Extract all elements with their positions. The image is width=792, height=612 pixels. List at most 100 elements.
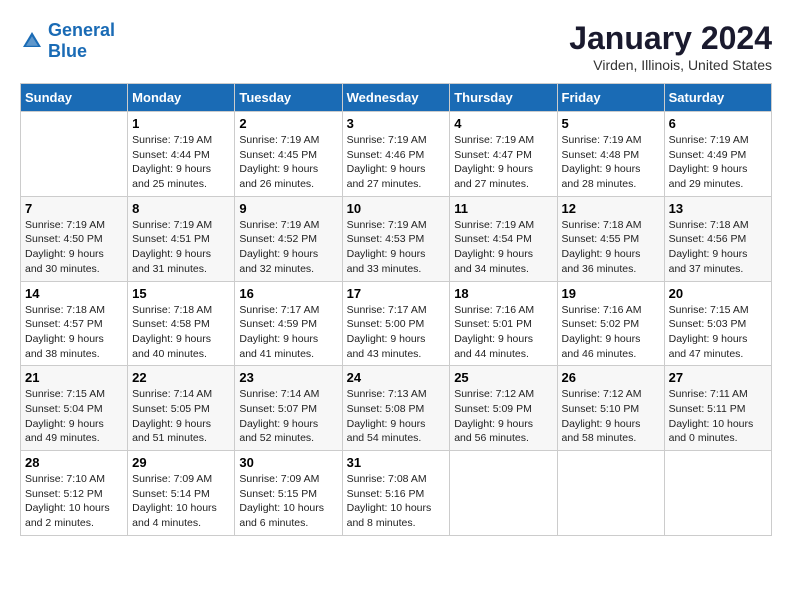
calendar-cell: 3 Sunrise: 7:19 AMSunset: 4:46 PMDaylight… (342, 112, 450, 197)
day-info: Sunrise: 7:09 AMSunset: 5:15 PMDaylight:… (239, 472, 337, 531)
calendar-cell: 26 Sunrise: 7:12 AMSunset: 5:10 PMDayligh… (557, 366, 664, 451)
day-info: Sunrise: 7:19 AMSunset: 4:48 PMDaylight:… (562, 133, 660, 192)
day-info: Sunrise: 7:10 AMSunset: 5:12 PMDaylight:… (25, 472, 123, 531)
day-info: Sunrise: 7:19 AMSunset: 4:50 PMDaylight:… (25, 218, 123, 277)
day-number: 7 (25, 201, 123, 216)
day-number: 5 (562, 116, 660, 131)
day-number: 25 (454, 370, 552, 385)
calendar-week-row: 21 Sunrise: 7:15 AMSunset: 5:04 PMDayligh… (21, 366, 772, 451)
day-info: Sunrise: 7:18 AMSunset: 4:57 PMDaylight:… (25, 303, 123, 362)
calendar-cell: 6 Sunrise: 7:19 AMSunset: 4:49 PMDaylight… (664, 112, 771, 197)
calendar-day-header: Friday (557, 84, 664, 112)
calendar-week-row: 28 Sunrise: 7:10 AMSunset: 5:12 PMDayligh… (21, 451, 772, 536)
calendar-day-header: Monday (128, 84, 235, 112)
day-info: Sunrise: 7:19 AMSunset: 4:52 PMDaylight:… (239, 218, 337, 277)
day-number: 10 (347, 201, 446, 216)
day-info: Sunrise: 7:11 AMSunset: 5:11 PMDaylight:… (669, 387, 767, 446)
day-info: Sunrise: 7:19 AMSunset: 4:49 PMDaylight:… (669, 133, 767, 192)
calendar-day-header: Tuesday (235, 84, 342, 112)
calendar-cell (450, 451, 557, 536)
day-number: 15 (132, 286, 230, 301)
calendar-cell: 28 Sunrise: 7:10 AMSunset: 5:12 PMDayligh… (21, 451, 128, 536)
day-number: 24 (347, 370, 446, 385)
calendar-cell: 2Sunrise: 7:19 AMSunset: 4:45 PMDaylight… (235, 112, 342, 197)
calendar-cell: 19Sunrise: 7:16 AMSunset: 5:02 PMDayligh… (557, 281, 664, 366)
day-number: 21 (25, 370, 123, 385)
day-info: Sunrise: 7:14 AMSunset: 5:07 PMDaylight:… (239, 387, 337, 446)
calendar-day-header: Wednesday (342, 84, 450, 112)
day-info: Sunrise: 7:08 AMSunset: 5:16 PMDaylight:… (347, 472, 446, 531)
calendar-day-header: Thursday (450, 84, 557, 112)
day-number: 4 (454, 116, 552, 131)
day-number: 2 (239, 116, 337, 131)
calendar-day-header: Sunday (21, 84, 128, 112)
day-number: 28 (25, 455, 123, 470)
calendar-day-header: Saturday (664, 84, 771, 112)
day-info: Sunrise: 7:15 AMSunset: 5:04 PMDaylight:… (25, 387, 123, 446)
day-info: Sunrise: 7:15 AMSunset: 5:03 PMDaylight:… (669, 303, 767, 362)
calendar-cell: 23Sunrise: 7:14 AMSunset: 5:07 PMDayligh… (235, 366, 342, 451)
calendar-cell: 24 Sunrise: 7:13 AMSunset: 5:08 PMDayligh… (342, 366, 450, 451)
day-info: Sunrise: 7:14 AMSunset: 5:05 PMDaylight:… (132, 387, 230, 446)
calendar-cell (21, 112, 128, 197)
calendar-cell: 4 Sunrise: 7:19 AMSunset: 4:47 PMDaylight… (450, 112, 557, 197)
calendar-cell: 22 Sunrise: 7:14 AMSunset: 5:05 PMDayligh… (128, 366, 235, 451)
calendar-cell: 10 Sunrise: 7:19 AMSunset: 4:53 PMDayligh… (342, 196, 450, 281)
day-number: 18 (454, 286, 552, 301)
day-info: Sunrise: 7:18 AMSunset: 4:58 PMDaylight:… (132, 303, 230, 362)
day-number: 8 (132, 201, 230, 216)
calendar-cell: 11Sunrise: 7:19 AMSunset: 4:54 PMDayligh… (450, 196, 557, 281)
day-number: 17 (347, 286, 446, 301)
calendar-cell (557, 451, 664, 536)
day-number: 30 (239, 455, 337, 470)
calendar-week-row: 1 Sunrise: 7:19 AMSunset: 4:44 PMDaylight… (21, 112, 772, 197)
calendar-cell: 5 Sunrise: 7:19 AMSunset: 4:48 PMDaylight… (557, 112, 664, 197)
calendar-cell: 8 Sunrise: 7:19 AMSunset: 4:51 PMDaylight… (128, 196, 235, 281)
day-info: Sunrise: 7:16 AMSunset: 5:01 PMDaylight:… (454, 303, 552, 362)
calendar-cell: 30 Sunrise: 7:09 AMSunset: 5:15 PMDayligh… (235, 451, 342, 536)
day-info: Sunrise: 7:18 AMSunset: 4:55 PMDaylight:… (562, 218, 660, 277)
day-number: 26 (562, 370, 660, 385)
day-info: Sunrise: 7:12 AMSunset: 5:09 PMDaylight:… (454, 387, 552, 446)
logo-text: General Blue (48, 20, 115, 62)
day-number: 16 (239, 286, 337, 301)
calendar-cell: 18 Sunrise: 7:16 AMSunset: 5:01 PMDayligh… (450, 281, 557, 366)
day-number: 3 (347, 116, 446, 131)
calendar-header-row: SundayMondayTuesdayWednesdayThursdayFrid… (21, 84, 772, 112)
day-number: 1 (132, 116, 230, 131)
day-info: Sunrise: 7:19 AMSunset: 4:51 PMDaylight:… (132, 218, 230, 277)
title-area: January 2024 Virden, Illinois, United St… (569, 20, 772, 73)
day-info: Sunrise: 7:19 AMSunset: 4:44 PMDaylight:… (132, 133, 230, 192)
day-info: Sunrise: 7:18 AMSunset: 4:56 PMDaylight:… (669, 218, 767, 277)
day-number: 11 (454, 201, 552, 216)
day-info: Sunrise: 7:19 AMSunset: 4:46 PMDaylight:… (347, 133, 446, 192)
day-info: Sunrise: 7:12 AMSunset: 5:10 PMDaylight:… (562, 387, 660, 446)
day-info: Sunrise: 7:17 AMSunset: 5:00 PMDaylight:… (347, 303, 446, 362)
day-info: Sunrise: 7:13 AMSunset: 5:08 PMDaylight:… (347, 387, 446, 446)
day-number: 6 (669, 116, 767, 131)
calendar-week-row: 14Sunrise: 7:18 AMSunset: 4:57 PMDayligh… (21, 281, 772, 366)
day-info: Sunrise: 7:19 AMSunset: 4:47 PMDaylight:… (454, 133, 552, 192)
calendar-cell: 16Sunrise: 7:17 AMSunset: 4:59 PMDayligh… (235, 281, 342, 366)
calendar-table: SundayMondayTuesdayWednesdayThursdayFrid… (20, 83, 772, 536)
day-number: 29 (132, 455, 230, 470)
day-info: Sunrise: 7:19 AMSunset: 4:53 PMDaylight:… (347, 218, 446, 277)
day-number: 19 (562, 286, 660, 301)
day-number: 31 (347, 455, 446, 470)
calendar-cell: 31 Sunrise: 7:08 AMSunset: 5:16 PMDayligh… (342, 451, 450, 536)
day-number: 22 (132, 370, 230, 385)
subtitle: Virden, Illinois, United States (569, 57, 772, 73)
calendar-cell: 14Sunrise: 7:18 AMSunset: 4:57 PMDayligh… (21, 281, 128, 366)
calendar-cell: 21 Sunrise: 7:15 AMSunset: 5:04 PMDayligh… (21, 366, 128, 451)
logo-general: General (48, 20, 115, 40)
calendar-week-row: 7 Sunrise: 7:19 AMSunset: 4:50 PMDaylight… (21, 196, 772, 281)
header: General Blue January 2024 Virden, Illino… (20, 20, 772, 73)
main-title: January 2024 (569, 20, 772, 57)
logo-icon (20, 29, 44, 53)
calendar-cell: 9Sunrise: 7:19 AMSunset: 4:52 PMDaylight… (235, 196, 342, 281)
day-info: Sunrise: 7:09 AMSunset: 5:14 PMDaylight:… (132, 472, 230, 531)
day-number: 20 (669, 286, 767, 301)
calendar-cell: 25 Sunrise: 7:12 AMSunset: 5:09 PMDayligh… (450, 366, 557, 451)
day-number: 13 (669, 201, 767, 216)
calendar-cell: 29 Sunrise: 7:09 AMSunset: 5:14 PMDayligh… (128, 451, 235, 536)
